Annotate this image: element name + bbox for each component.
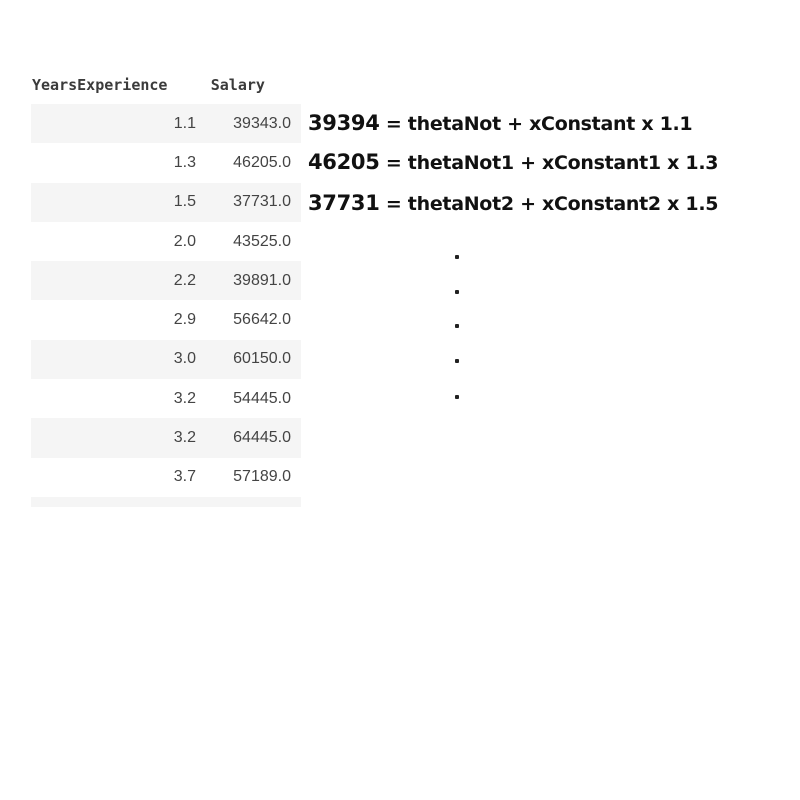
- table-row: 1.5 37731.0: [31, 182, 301, 222]
- salary-cell: 37731.0: [233, 193, 291, 211]
- equation-row-3: 37731 = thetaNot2 + xConstant2 x 1.5: [308, 191, 718, 215]
- salary-cell: 43525.0: [233, 232, 291, 250]
- ellipsis-dot: [455, 359, 459, 363]
- years-experience-cell: 1.1: [173, 114, 196, 132]
- years-experience-cell: 3.2: [173, 429, 196, 447]
- column-header-years-experience: YearsExperience: [32, 76, 168, 94]
- equation-expression: = thetaNot1 + xConstant1 x 1.3: [379, 152, 719, 174]
- salary-cell: 56642.0: [233, 311, 291, 329]
- equation-salary-value: 37731: [308, 191, 380, 215]
- equation-salary-value: 46205: [308, 150, 380, 174]
- years-experience-cell: 3.7: [173, 468, 196, 486]
- table-body: 1.1 39343.0 1.3 46205.0 1.5 37731.0 2.0 …: [31, 104, 301, 497]
- table-row: 3.2 54445.0: [31, 379, 301, 419]
- table-row: 2.9 56642.0: [31, 300, 301, 340]
- equation-row-1: 39394 = thetaNot + xConstant x 1.1: [308, 111, 693, 135]
- table-row: 1.3 46205.0: [31, 143, 301, 183]
- equation-row-2: 46205 = thetaNot1 + xConstant1 x 1.3: [308, 150, 718, 174]
- equation-salary-value: 39394: [308, 111, 380, 135]
- ellipsis-dot: [455, 255, 459, 259]
- table-row: 3.7 57189.0: [31, 457, 301, 497]
- ellipsis-dot: [455, 290, 459, 294]
- ellipsis-dot: [455, 395, 459, 399]
- salary-cell: 39343.0: [233, 114, 291, 132]
- years-experience-cell: 2.9: [173, 311, 196, 329]
- table-row: 2.0 43525.0: [31, 221, 301, 262]
- ellipsis-dot: [455, 324, 459, 328]
- years-experience-cell: 2.0: [173, 232, 196, 250]
- years-experience-cell: 2.2: [173, 271, 196, 289]
- years-experience-cell: 1.3: [173, 153, 196, 171]
- salary-cell: 39891.0: [233, 271, 291, 289]
- years-experience-cell: 3.0: [173, 350, 196, 368]
- salary-cell: 54445.0: [233, 389, 291, 407]
- table-row: 1.1 39343.0: [31, 104, 301, 144]
- salary-cell: 46205.0: [233, 153, 291, 171]
- equation-expression: = thetaNot + xConstant x 1.1: [379, 113, 693, 135]
- table-row: 2.2 39891.0: [31, 261, 301, 301]
- years-experience-cell: 3.2: [173, 389, 196, 407]
- data-table: YearsExperience Salary 1.1 39343.0 1.3 4…: [31, 66, 301, 507]
- years-experience-cell: 1.5: [173, 193, 196, 211]
- salary-cell: 57189.0: [233, 468, 291, 486]
- salary-cell: 60150.0: [233, 350, 291, 368]
- column-header-salary: Salary: [210, 76, 265, 94]
- equation-expression: = thetaNot2 + xConstant2 x 1.5: [379, 193, 719, 215]
- table-row: 3.0 60150.0: [31, 339, 301, 380]
- table-continuation: [31, 496, 301, 507]
- table-row: 3.2 64445.0: [31, 418, 301, 458]
- salary-cell: 64445.0: [233, 429, 291, 447]
- table-header: YearsExperience Salary: [31, 66, 301, 104]
